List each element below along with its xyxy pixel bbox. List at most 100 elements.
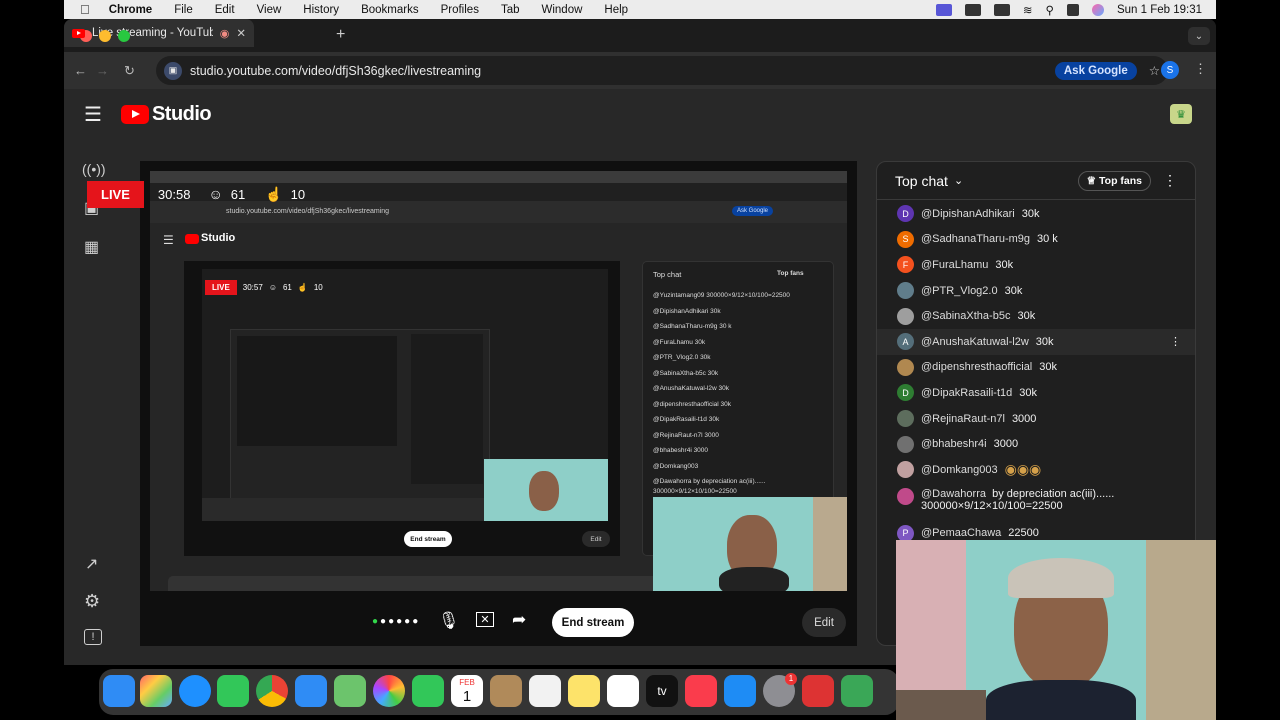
siri-icon[interactable]	[1091, 3, 1104, 16]
calendar-icon[interactable]: ▦	[84, 237, 99, 257]
chat-message[interactable]: F @FuraLhamu 30k	[877, 252, 1195, 278]
launchpad-icon[interactable]	[140, 675, 172, 707]
facetime-icon[interactable]	[412, 675, 444, 707]
chat-menu-icon[interactable]: ⋮	[1163, 172, 1177, 189]
apple-icon[interactable]: 	[64, 2, 98, 17]
chat-message[interactable]: @bhabeshr4i 3000	[877, 431, 1195, 457]
menu-edit[interactable]: Edit	[204, 4, 246, 16]
channel-avatar[interactable]: ♛	[1170, 104, 1192, 124]
chat-text: 30k	[1019, 386, 1038, 399]
browser-menu-icon[interactable]: ⋮	[1194, 61, 1207, 77]
toolbox-app-icon[interactable]	[802, 675, 834, 707]
stop-camera-icon[interactable]: ✕	[476, 612, 494, 627]
tab-live-streaming[interactable]: Live streaming - YouTube ◉ ✕	[64, 19, 254, 47]
message-menu-icon[interactable]: ⋮	[1170, 335, 1181, 348]
mail-icon[interactable]	[295, 675, 327, 707]
menu-profiles[interactable]: Profiles	[430, 4, 490, 16]
safari-icon[interactable]	[179, 675, 211, 707]
contacts-icon[interactable]	[490, 675, 522, 707]
nested-likes-icon: ☝	[297, 283, 308, 292]
chat-message[interactable]: D @DipishanAdhikari 30k	[877, 201, 1195, 227]
notes-icon[interactable]	[568, 675, 600, 707]
chat-text: by depreciation ac(iii)......	[992, 487, 1115, 500]
spotlight-icon[interactable]: ⚲	[1046, 3, 1054, 17]
minimize-window-icon[interactable]	[99, 30, 111, 42]
app-store-icon[interactable]	[724, 675, 756, 707]
edit-button[interactable]: Edit	[802, 608, 846, 637]
tab-close-icon[interactable]: ✕	[236, 26, 246, 40]
battery-icon[interactable]	[993, 3, 1010, 16]
chevron-down-icon[interactable]: ⌄	[954, 174, 963, 187]
back-icon[interactable]: ←	[74, 63, 96, 78]
chat-message-hovered[interactable]: A @AnushaKatuwal-l2w 30k ⋮	[877, 328, 1195, 355]
preview-webcam	[653, 497, 847, 591]
music-icon[interactable]	[685, 675, 717, 707]
forward-icon[interactable]: →	[96, 63, 124, 78]
tab-search-icon[interactable]: ⌄	[1188, 27, 1210, 45]
maps-icon[interactable]	[334, 675, 366, 707]
freeform-icon[interactable]	[607, 675, 639, 707]
menubar-clock[interactable]: Sun 1 Feb 19:31	[1117, 4, 1202, 16]
youtube-favicon-icon	[72, 28, 85, 38]
photos-icon[interactable]	[373, 675, 405, 707]
zoom-window-icon[interactable]	[118, 30, 130, 42]
pdf-app-icon[interactable]	[841, 675, 873, 707]
control-center-icon[interactable]	[1066, 3, 1079, 16]
avatar	[897, 358, 914, 376]
chat-text: 22500	[1008, 527, 1039, 540]
menu-tab[interactable]: Tab	[490, 4, 531, 16]
chat-message[interactable]: @SabinaXtha-b5c 30k	[877, 303, 1195, 329]
nested-chat-line: @AnushaKatuwal-l2w 30k	[653, 385, 729, 392]
new-tab-icon[interactable]: +	[336, 26, 345, 44]
app-tray-icon[interactable]	[964, 3, 981, 16]
bookmark-star-icon[interactable]: ☆	[1149, 63, 1160, 78]
crown-icon: ♕	[1086, 174, 1100, 187]
top-chat-dropdown[interactable]: Top chat	[895, 173, 948, 189]
microphone-icon[interactable]: 🎙	[438, 611, 460, 631]
settings-gear-icon[interactable]: ⚙	[84, 591, 100, 612]
menu-help[interactable]: Help	[593, 4, 639, 16]
menu-view[interactable]: View	[246, 4, 293, 16]
chat-message[interactable]: @Domkang003 ◉◉◉	[877, 457, 1195, 483]
reminders-icon[interactable]	[529, 675, 561, 707]
open-external-icon[interactable]: ↗	[85, 554, 98, 574]
webcam-feed	[896, 540, 1216, 720]
camera-source-dots[interactable]: ●●●●●●	[372, 616, 420, 627]
calendar-app-icon[interactable]: FEB 1	[451, 675, 483, 707]
chat-message[interactable]: D @DipakRasaili-t1d 30k	[877, 380, 1195, 406]
avatar: F	[897, 256, 914, 274]
end-stream-button[interactable]: End stream	[552, 608, 634, 637]
feedback-icon[interactable]: !	[84, 629, 102, 645]
stream-broadcast-icon[interactable]: ((•))	[82, 161, 106, 177]
menu-file[interactable]: File	[163, 4, 204, 16]
profile-avatar[interactable]: S	[1161, 61, 1179, 79]
chat-message[interactable]: @Dawahorra by depreciation ac(iii)......…	[877, 483, 1195, 521]
address-bar[interactable]: ▣ studio.youtube.com/video/dfjSh36gkec/l…	[156, 56, 1168, 85]
menu-window[interactable]: Window	[531, 4, 594, 16]
ask-google-button[interactable]: Ask Google	[1054, 61, 1137, 80]
wifi-icon[interactable]: ≋	[1023, 3, 1033, 17]
site-info-icon[interactable]: ▣	[164, 61, 182, 80]
top-fans-button[interactable]: ♕ Top fans	[1077, 170, 1151, 191]
menu-history[interactable]: History	[292, 4, 350, 16]
chrome-icon[interactable]	[256, 675, 288, 707]
chat-message[interactable]: @PTR_Vlog2.0 30k	[877, 278, 1195, 304]
menu-app-name[interactable]: Chrome	[98, 4, 163, 16]
finder-icon[interactable]	[103, 675, 135, 707]
chat-message[interactable]: @dipenshresthaofficial 30k	[877, 355, 1195, 381]
chat-message[interactable]: S @SadhanaTharu-m9g 30 k	[877, 227, 1195, 253]
nested-overlay: LIVE 30:57 ☺ 61 ☝ 10	[205, 280, 323, 295]
cookie-emoji-icon: ◉◉◉	[1004, 461, 1042, 478]
youtube-logo-icon[interactable]	[120, 104, 149, 124]
apple-tv-icon[interactable]: tv	[646, 675, 678, 707]
chat-header: Top chat ⌄ ♕ Top fans ⋮	[877, 162, 1195, 200]
chat-author: @Domkang003	[921, 463, 998, 476]
studio-logo-text[interactable]: Studio	[152, 103, 212, 126]
share-icon[interactable]: ➦	[512, 610, 526, 630]
messages-icon[interactable]	[217, 675, 249, 707]
hamburger-menu-icon[interactable]: ☰	[84, 102, 102, 127]
menu-bookmarks[interactable]: Bookmarks	[350, 4, 430, 16]
screen-record-icon[interactable]	[935, 3, 952, 16]
chat-message[interactable]: @RejinaRaut-n7l 3000	[877, 406, 1195, 432]
reload-icon[interactable]: ↻	[124, 63, 146, 79]
